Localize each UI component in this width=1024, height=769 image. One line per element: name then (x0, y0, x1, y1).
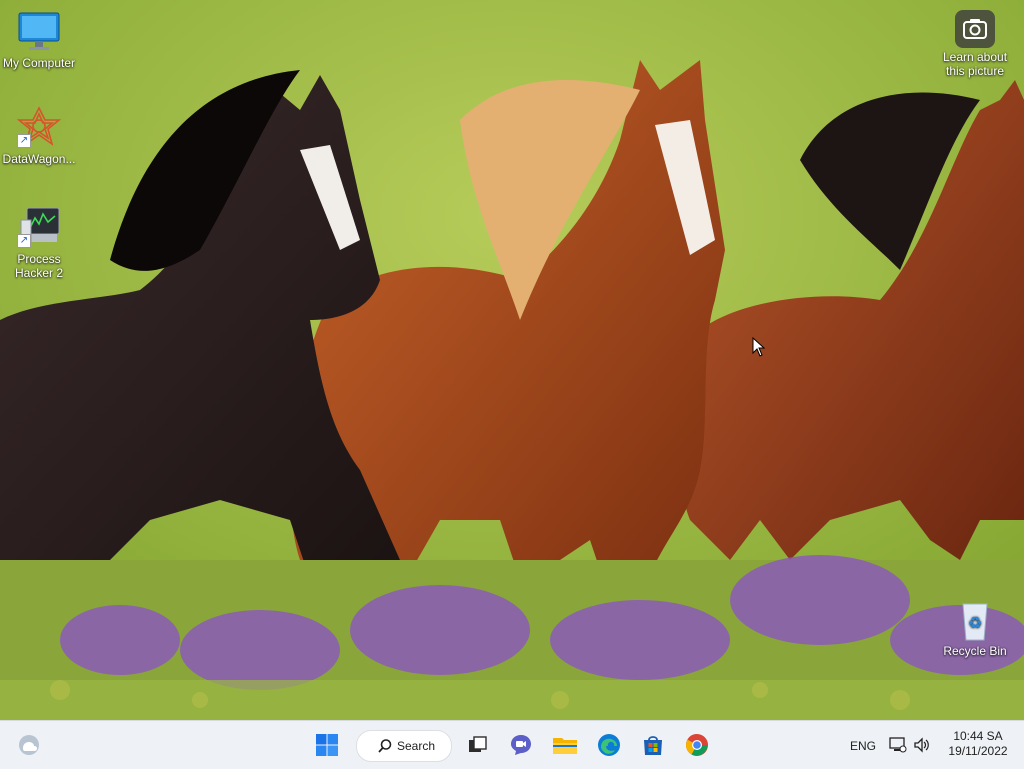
clock-date: 19/11/2022 (948, 744, 1008, 758)
language-indicator[interactable]: ENG (850, 739, 876, 753)
datawagon-logo-icon: ↗ (15, 106, 63, 150)
speaker-icon (914, 737, 929, 753)
task-view-icon (469, 736, 487, 752)
desktop-icon-datawagon[interactable]: ↗ DataWagon... (0, 106, 78, 166)
file-explorer-button[interactable] (548, 729, 582, 761)
network-status-button[interactable] (886, 729, 910, 761)
desktop-icon-process-hacker[interactable]: ↗ Process Hacker 2 (0, 206, 78, 280)
teams-chat-button[interactable] (504, 729, 538, 761)
desktop-wallpaper (0, 0, 1024, 720)
search-icon (378, 739, 392, 753)
desktop-icon-label: DataWagon... (2, 152, 76, 166)
shortcut-arrow-icon: ↗ (17, 134, 31, 148)
desktop-icon-my-computer[interactable]: My Computer (0, 10, 78, 70)
monitor-icon (15, 10, 63, 54)
wallpaper-horses-image (0, 0, 1024, 720)
camera-icon (955, 10, 995, 48)
chrome-icon (686, 734, 708, 756)
mouse-cursor-icon (752, 337, 766, 357)
edge-icon (598, 734, 620, 756)
widgets-button[interactable] (12, 729, 46, 761)
weather-widget-icon (19, 735, 39, 755)
volume-button[interactable] (910, 729, 934, 761)
desktop-icon-recycle-bin[interactable]: ♻ Recycle Bin (936, 598, 1014, 658)
spotlight-label: Learn about this picture (942, 50, 1008, 78)
desktop-icon-label: My Computer (2, 56, 76, 70)
store-icon (644, 736, 662, 755)
chrome-browser-button[interactable] (680, 729, 714, 761)
windows-logo-icon (316, 734, 338, 756)
spotlight-learn-button[interactable]: Learn about this picture (936, 10, 1014, 78)
task-view-button[interactable] (460, 729, 494, 761)
edge-browser-button[interactable] (592, 729, 626, 761)
teams-chat-icon (511, 735, 531, 755)
taskbar-search-box[interactable]: Search (356, 730, 452, 762)
folder-icon (553, 738, 577, 754)
microsoft-store-button[interactable] (636, 729, 670, 761)
taskbar: Search ENG 10:44 SA 19/11/2022 (0, 720, 1024, 769)
network-icon (889, 737, 907, 753)
shortcut-arrow-icon: ↗ (17, 234, 31, 248)
desktop-icon-label: Process Hacker 2 (14, 252, 64, 280)
clock-time: 10:44 SA (953, 729, 1003, 743)
svg-text:♻: ♻ (968, 613, 982, 632)
desktop-icon-label: Recycle Bin (943, 644, 1007, 658)
recycle-bin-icon: ♻ (951, 598, 999, 642)
search-label: Search (397, 739, 436, 753)
process-hacker-icon: ↗ (15, 206, 63, 250)
clock[interactable]: 10:44 SA 19/11/2022 (946, 729, 1010, 759)
start-button[interactable] (310, 729, 344, 761)
